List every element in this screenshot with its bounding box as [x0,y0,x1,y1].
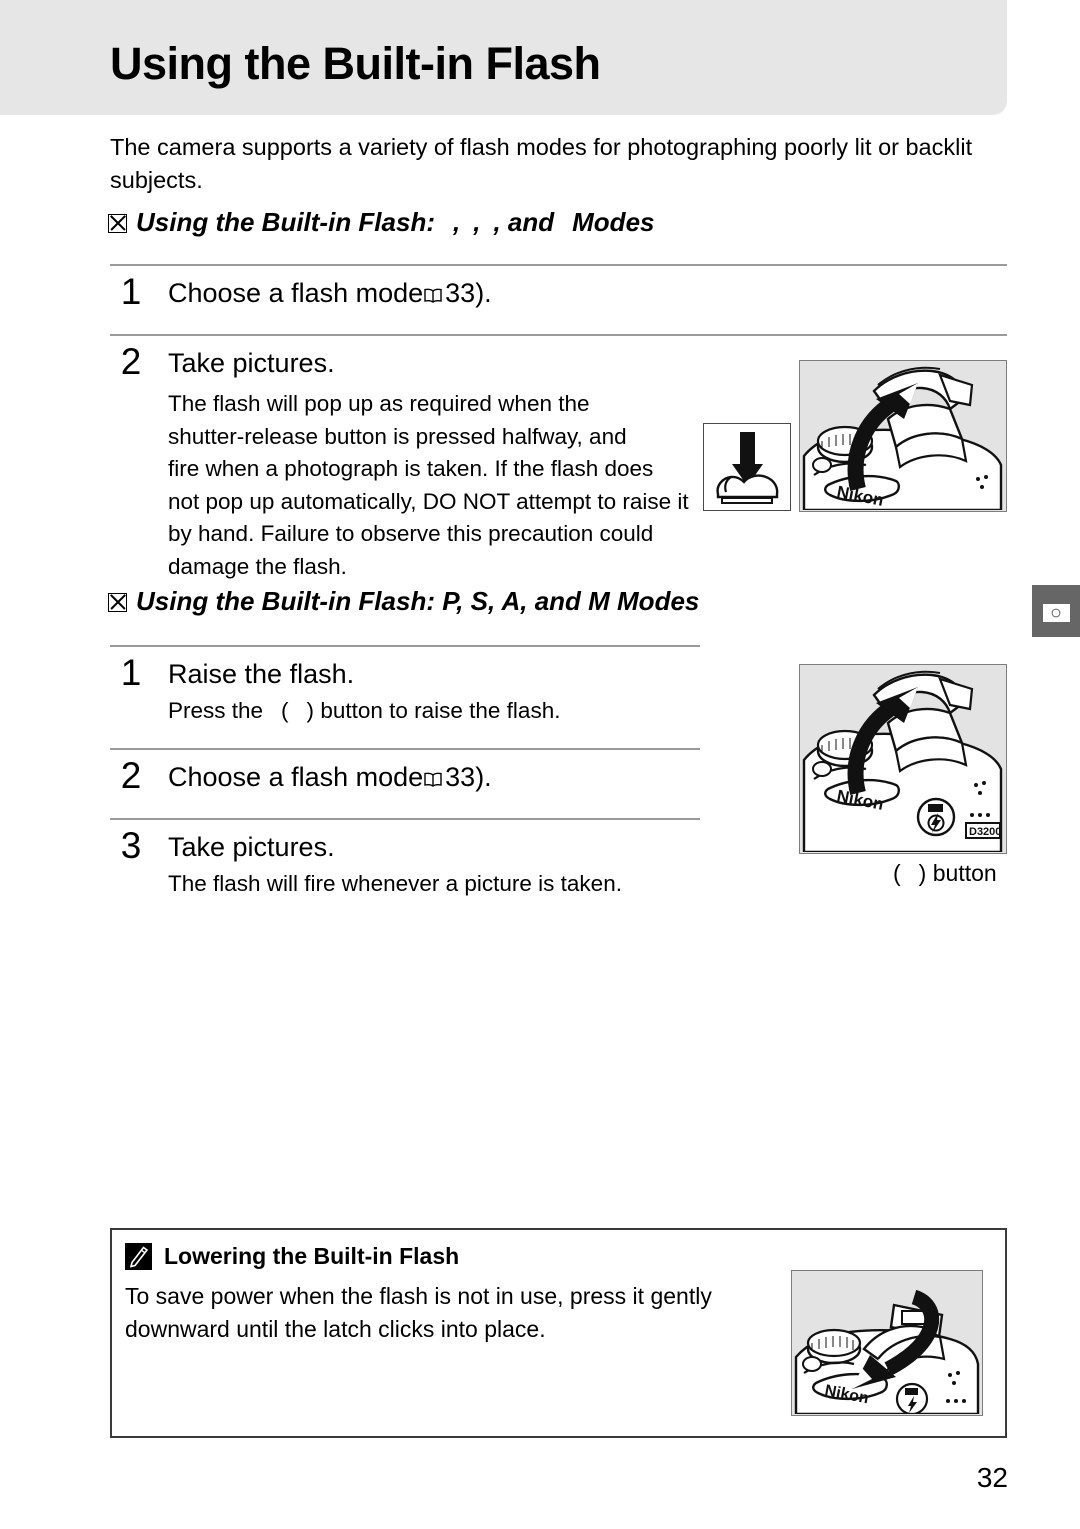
step-divider [110,748,700,750]
camera-flash-lower-illustration: Nikon [791,1270,983,1416]
camera-flash-raise-illustration-1: Nikon [799,360,1007,512]
book-icon [423,772,443,788]
section-marker-icon [108,214,127,233]
step-title: Choose a flash mode 33). [168,276,492,310]
step-title: Raise the flash. [168,659,355,689]
section-heading-auto-modes: Using the Built-in Flash:,, , and Modes [108,207,654,238]
step-body-line: shutter-release button is pressed halfwa… [168,423,627,449]
camera-flash-lower-icon: Nikon [792,1271,981,1414]
step-number: 2 [120,755,142,796]
note-box-lowering-flash: Lowering the Built-in Flash To save powe… [110,1228,1007,1438]
step-body-line: by hand. Failure to observe this precaut… [168,521,654,546]
step-title-before: Choose a flash mode [168,762,424,792]
page-number: 32 [976,1462,1008,1493]
step-body-before: Press the [168,698,264,723]
step-title: Take pictures. [168,832,335,862]
step-body: The flash will fire whenever a picture i… [168,871,622,896]
intro-paragraph: The camera supports a variety of flash m… [110,134,973,193]
hand-press-down-illustration [703,423,791,511]
step-divider [110,334,1007,336]
section-heading-text: Using the Built-in Flash: P, S, A, and M… [136,586,700,616]
step-title: Take pictures. [168,348,335,378]
step-body: Press the () button to raise the flash. [168,695,728,728]
svg-text:D3200: D3200 [969,826,1001,838]
step-divider [110,645,700,647]
camera-flash-raise-illustration-2: Nikon D3200 [799,664,1007,854]
step-divider [110,818,700,820]
button-paren-close: ) [306,698,315,723]
section-heading-prefix: Using the Built-in Flash: [136,207,435,237]
note-title: Lowering the Built-in Flash [164,1243,460,1269]
step-number: 3 [120,825,142,866]
caption-paren-close: ) [918,860,927,886]
step-body-line: fire when a photograph is taken. If the … [168,456,654,481]
step-number: 1 [120,652,142,693]
book-icon [423,288,443,304]
step-divider [110,264,1007,266]
section-marker-icon [108,593,127,612]
step-number: 2 [120,341,142,382]
hand-press-down-icon [704,424,789,509]
step-body-line: damage the flash. [168,553,347,579]
step-number: 1 [120,271,142,312]
section-heading-suffix: , and [493,207,555,237]
caption-label: button [932,860,997,886]
camera-icon [1042,603,1070,622]
caption-paren-open: ( [893,860,901,886]
flash-button-caption: () button [893,860,997,887]
note-text-line: downward until the latch clicks into pla… [125,1316,546,1342]
step-title-after: 33). [445,278,492,308]
section-heading-sep-2: , [473,207,481,237]
side-tab-camera[interactable] [1032,585,1080,637]
section-heading-sep-1: , [453,207,461,237]
step-body-after: button to raise the flash. [320,698,561,723]
step-title-after: 33). [445,762,492,792]
section-heading-tail: Modes [572,207,655,237]
camera-flash-raise-icon: Nikon D3200 [800,665,1005,852]
note-text-line: To save power when the flash is not in u… [125,1283,712,1309]
button-paren-open: ( [281,698,289,723]
step-title: Choose a flash mode 33). [168,760,492,794]
section-heading-psam-modes: Using the Built-in Flash: P, S, A, and M… [108,586,699,617]
camera-flash-raise-icon: Nikon [800,361,1005,510]
note-text: To save power when the flash is not in u… [125,1280,765,1346]
page-title: Using the Built-in Flash [110,38,601,89]
step-title-before: Choose a flash mode [168,278,424,308]
step-body-line: not pop up automatically, DO NOT attempt… [168,488,689,514]
step-body-line: The flash will pop up as required when t… [168,391,590,416]
step-body: The flash will pop up as required when t… [168,388,768,583]
pencil-note-icon [125,1243,152,1270]
